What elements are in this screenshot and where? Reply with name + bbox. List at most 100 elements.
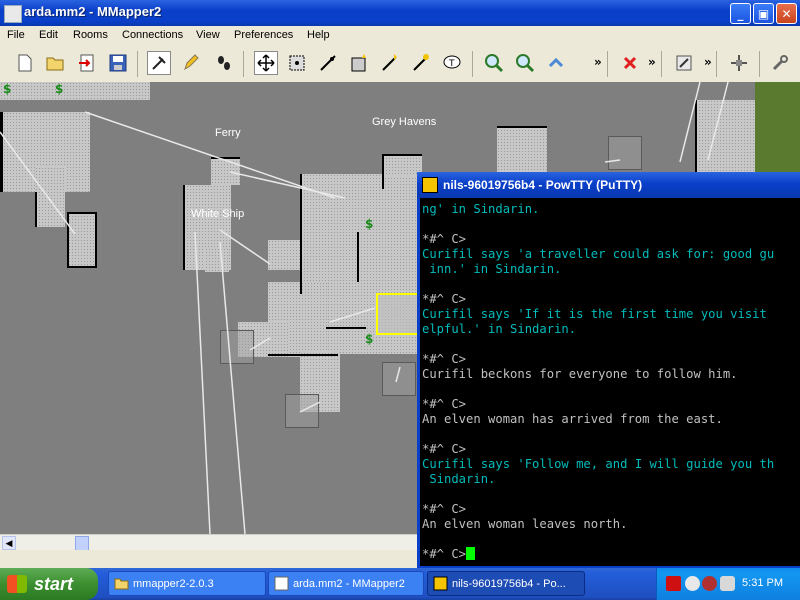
map-herb-marker: $ <box>3 82 12 96</box>
taskbar-item-label: mmapper2-2.0.3 <box>133 578 214 590</box>
putty-app-icon <box>422 177 438 193</box>
terminal-line: *#^ C> <box>422 232 467 246</box>
windows-logo-icon <box>7 575 27 593</box>
terminal-line: Curifil says 'If it is the first time yo… <box>422 307 767 321</box>
maximize-button[interactable]: ▣ <box>753 3 774 24</box>
taskbar-item-label: nils-96019756b4 - Po... <box>452 578 566 590</box>
terminal-line: inn.' in Sindarin. <box>422 262 562 276</box>
start-button[interactable]: start <box>0 568 98 600</box>
map-label-ferry: Ferry <box>215 127 241 139</box>
terminal-line: *#^ C> <box>422 442 467 456</box>
menu-bar: File Edit Rooms Connections View Prefere… <box>0 26 800 45</box>
putty-icon <box>433 576 448 591</box>
terminal-line: Sindarin. <box>422 472 496 486</box>
start-label: start <box>34 574 74 594</box>
system-tray: 5:31 PM <box>656 568 800 600</box>
tray-network-icon[interactable] <box>702 576 717 591</box>
menu-file[interactable]: File <box>7 29 25 41</box>
wrench-icon[interactable] <box>768 51 792 75</box>
security-shield-icon[interactable] <box>666 576 681 591</box>
new-file-icon[interactable] <box>13 51 37 75</box>
menu-help[interactable]: Help <box>307 29 330 41</box>
taskbar-item-putty[interactable]: nils-96019756b4 - Po... <box>427 571 585 596</box>
pencil-icon[interactable] <box>178 51 202 75</box>
minimize-button[interactable]: _ <box>730 3 751 24</box>
toolbar-overflow-button[interactable]: » <box>594 55 602 69</box>
scroll-thumb[interactable] <box>75 536 89 551</box>
menu-view[interactable]: View <box>196 29 220 41</box>
toolbar-separator <box>716 51 717 77</box>
menu-connections[interactable]: Connections <box>122 29 183 41</box>
mmapper-app-icon <box>4 5 22 23</box>
window-title-bar[interactable]: arda.mm2 - MMapper2 _ ▣ ✕ <box>0 0 800 26</box>
create-oneway-icon[interactable] <box>409 51 433 75</box>
terminal-line: An elven woman leaves north. <box>422 517 628 531</box>
save-icon[interactable] <box>106 51 130 75</box>
menu-preferences[interactable]: Preferences <box>234 29 293 41</box>
prompt-text: *#^ C> <box>422 547 467 561</box>
close-button[interactable]: ✕ <box>776 3 797 24</box>
select-connection-icon[interactable] <box>316 51 340 75</box>
terminal-line: ng' in Sindarin. <box>422 202 540 216</box>
terminal-line: Curifil beckons for everyone to follow h… <box>422 367 738 381</box>
map-horizontal-scrollbar[interactable]: ◀ <box>0 534 420 551</box>
folder-icon <box>114 578 129 590</box>
terminal-line: elpful.' in Sindarin. <box>422 322 577 336</box>
terminal-line: *#^ C> <box>422 292 467 306</box>
toolbar: T » » » <box>0 45 800 83</box>
terminal-line: *#^ C> <box>422 397 467 411</box>
taskbar-clock: 5:31 PM <box>742 577 783 589</box>
path-machine-icon[interactable] <box>727 51 751 75</box>
taskbar-item-folder[interactable]: mmapper2-2.0.3 <box>108 571 266 596</box>
menu-rooms[interactable]: Rooms <box>73 29 108 41</box>
tray-app-icon[interactable] <box>685 576 700 591</box>
map-herb-marker: $ <box>365 332 374 346</box>
taskbar: start mmapper2-2.0.3 arda.mm2 - MMapper2… <box>0 568 800 600</box>
taskbar-item-mmapper[interactable]: arda.mm2 - MMapper2 <box>268 571 424 596</box>
open-file-icon[interactable] <box>44 51 68 75</box>
terminal-line: Curifil says 'a traveller could ask for:… <box>422 247 775 261</box>
create-room-icon[interactable] <box>347 51 371 75</box>
terminal-cursor <box>466 547 476 560</box>
mmapper-icon <box>274 576 289 591</box>
putty-window-title: nils-96019756b4 - PowTTY (PuTTY) <box>443 178 643 192</box>
map-label-white-ship: White Ship <box>191 208 245 220</box>
volume-icon[interactable] <box>720 576 735 591</box>
taskbar-item-label: arda.mm2 - MMapper2 <box>293 578 405 590</box>
toolbar-separator <box>137 51 138 77</box>
prefs-icon[interactable] <box>672 51 696 75</box>
putty-window[interactable]: nils-96019756b4 - PowTTY (PuTTY) ng' in … <box>417 172 800 568</box>
layer-up-icon[interactable] <box>544 51 568 75</box>
terminal-line: An elven woman has arrived from the east… <box>422 412 723 426</box>
terminal-line: *#^ C> <box>422 502 467 516</box>
create-connection-icon[interactable] <box>378 51 402 75</box>
status-bar <box>0 550 420 568</box>
delete-icon[interactable] <box>618 51 642 75</box>
move-icon[interactable] <box>254 51 278 75</box>
toolbar-overflow-button[interactable]: » <box>704 55 712 69</box>
terminal-line: *#^ C> <box>422 352 467 366</box>
toolbar-separator <box>472 51 473 77</box>
window-title: arda.mm2 - MMapper2 <box>24 4 162 19</box>
map-herb-marker: $ <box>55 82 64 96</box>
toolbar-separator <box>607 51 608 77</box>
toolbar-separator <box>243 51 244 77</box>
footprints-icon[interactable] <box>212 51 236 75</box>
toolbar-separator <box>759 51 760 77</box>
map-label-grey-havens: Grey Havens <box>372 116 437 128</box>
terminal-prompt[interactable]: *#^ C> <box>422 547 476 561</box>
menu-edit[interactable]: Edit <box>39 29 58 41</box>
map-herb-marker: $ <box>365 217 374 231</box>
svg-text:T: T <box>448 59 455 69</box>
zoom-out-icon[interactable] <box>513 51 537 75</box>
terminal-output[interactable]: ng' in Sindarin. *#^ C> Curifil says 'a tr… <box>420 198 800 566</box>
select-room-icon[interactable] <box>285 51 309 75</box>
merge-icon[interactable] <box>75 51 99 75</box>
putty-title-bar[interactable]: nils-96019756b4 - PowTTY (PuTTY) <box>417 172 800 198</box>
scroll-left-button[interactable]: ◀ <box>2 536 16 550</box>
toolbar-overflow-button[interactable]: » <box>648 55 656 69</box>
mouse-mode-icon[interactable] <box>147 51 171 75</box>
zoom-in-icon[interactable] <box>482 51 506 75</box>
terminal-line: Curifil says 'Follow me, and I will guid… <box>422 457 775 471</box>
info-mark-icon[interactable]: T <box>440 51 464 75</box>
